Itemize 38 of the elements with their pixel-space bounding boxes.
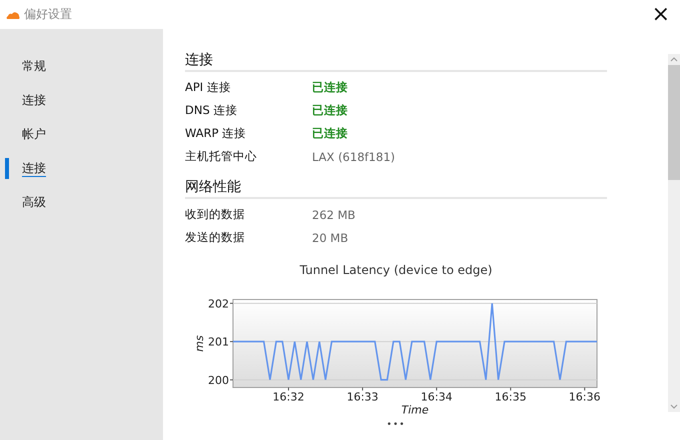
section-heading: 网络性能	[185, 178, 607, 199]
field-value: 20 MB	[312, 230, 348, 244]
sidebar-item[interactable]: 帐户	[5, 124, 46, 145]
field-label: 主机托管中心	[185, 149, 258, 164]
x-tick-label: 16:35	[494, 390, 526, 404]
field-value: 262 MB	[312, 208, 356, 222]
x-tick-label: 16:33	[346, 390, 378, 404]
cloud-icon	[6, 10, 20, 18]
field-label: 收到的数据	[185, 207, 246, 222]
chart-title: Tunnel Latency (device to edge)	[298, 263, 494, 277]
sidebar-item[interactable]: 高级	[5, 192, 46, 213]
y-tick-label: 202	[208, 299, 229, 310]
section-heading: 连接	[185, 51, 607, 72]
scroll-up-icon[interactable]	[670, 57, 678, 62]
x-tick-label: 16:32	[272, 390, 304, 404]
field-value: 已连接	[312, 126, 348, 141]
x-tick-label: 16:36	[568, 390, 601, 404]
field-label: API 连接	[185, 80, 232, 95]
sidebar-item[interactable]: 连接	[5, 158, 46, 179]
field-value: 已连接	[312, 80, 348, 95]
field-value: 已连接	[312, 103, 348, 118]
field-label: WARP 连接	[185, 126, 248, 141]
sidebar-item[interactable]: 连接	[5, 90, 46, 111]
sidebar-item[interactable]: 常规	[5, 56, 46, 77]
scrollbar-thumb[interactable]	[668, 65, 680, 180]
close-button[interactable]: ×	[648, 4, 674, 26]
x-axis-label: Time	[401, 404, 429, 416]
field-value: LAX (618f181)	[312, 150, 395, 164]
y-axis-label: ms	[193, 335, 206, 352]
field-label: 发送的数据	[185, 230, 246, 245]
y-tick-label: 201	[208, 336, 229, 349]
y-tick-label: 200	[208, 374, 229, 387]
scroll-down-icon[interactable]	[670, 404, 678, 409]
window-title: 偏好设置	[24, 6, 72, 23]
more-indicator[interactable]: •••	[386, 420, 406, 430]
scrollbar[interactable]	[668, 54, 680, 412]
x-tick-label: 16:34	[420, 390, 452, 404]
field-label: DNS 连接	[185, 103, 238, 118]
